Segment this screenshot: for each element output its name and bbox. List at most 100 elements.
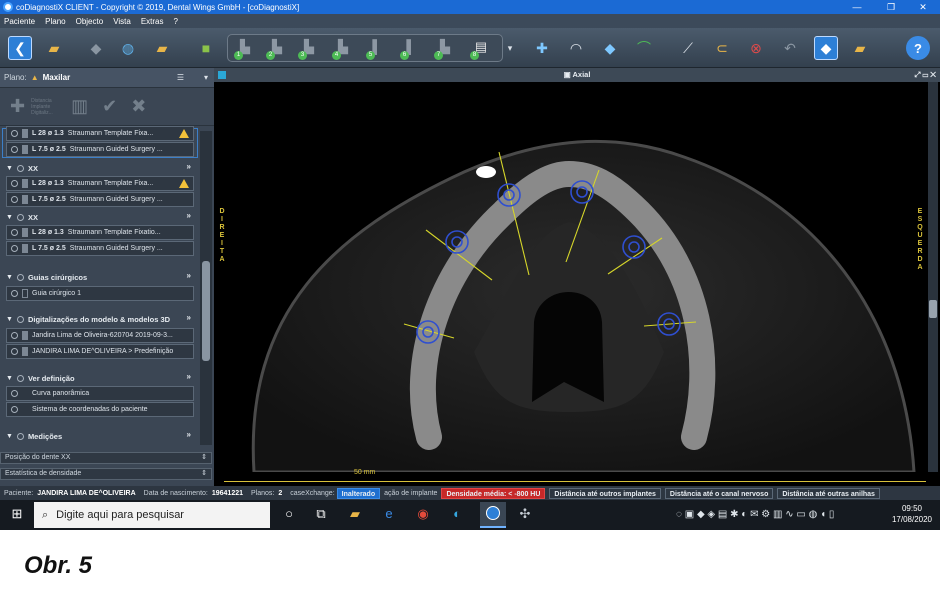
- visibility-radio[interactable]: [16, 374, 24, 382]
- visibility-radio[interactable]: [11, 229, 18, 236]
- cortana-icon[interactable]: ○: [280, 506, 298, 524]
- visibility-radio[interactable]: [11, 245, 18, 252]
- tooth-step-5-icon[interactable]: ▌ 5: [366, 39, 388, 60]
- chevron-down-icon[interactable]: ▾: [204, 73, 208, 82]
- check-icon[interactable]: ✔: [102, 96, 117, 117]
- visibility-radio[interactable]: [11, 196, 18, 203]
- posicao-dente-dropdown[interactable]: Posição do dente XX ⇕: [0, 452, 212, 464]
- ver-definicao-header[interactable]: ▼ Ver definição»: [6, 371, 194, 385]
- tooth-step-4-icon[interactable]: ▙ 4: [332, 39, 354, 60]
- implant-row[interactable]: L 28 ø 1.3 Straumann Template Fixa...: [6, 126, 194, 141]
- clock[interactable]: 09:50 17/08/2020: [892, 503, 932, 525]
- distance-sleeves[interactable]: Distância até outras anilhas: [777, 487, 880, 499]
- panoramic-view-icon[interactable]: ◠: [564, 36, 588, 60]
- collapse-icon[interactable]: ▼: [6, 316, 13, 323]
- 3d-cube-icon[interactable]: ◆: [598, 36, 622, 60]
- implant-axis-icon[interactable]: ✚: [530, 36, 554, 60]
- tooth-step-7-icon[interactable]: ▙ 7: [434, 39, 456, 60]
- medicoes-header[interactable]: ▼ Medições»: [6, 429, 194, 443]
- edge-icon[interactable]: ◐: [448, 506, 466, 524]
- measure-icon[interactable]: ⟋: [676, 36, 700, 60]
- chevron-double-down-icon[interactable]: »: [187, 372, 191, 381]
- tooth-step-6-icon[interactable]: ▌ 6: [400, 39, 422, 60]
- tooth-step-3-icon[interactable]: ▙ 3: [298, 39, 320, 60]
- visibility-radio[interactable]: [11, 406, 18, 413]
- visibility-radio[interactable]: [11, 180, 18, 187]
- file-explorer-icon[interactable]: ▰: [346, 506, 364, 524]
- cube-icon[interactable]: ◆: [84, 36, 108, 60]
- maximize-button[interactable]: ❐: [874, 0, 908, 14]
- implant-row[interactable]: L 28 ø 1.3 Straumann Template Fixa...: [6, 176, 194, 191]
- delete-object-icon[interactable]: ⊗: [744, 36, 768, 60]
- visibility-radio[interactable]: [16, 164, 24, 172]
- trash-icon[interactable]: ▥: [71, 96, 88, 117]
- visibility-radio[interactable]: [16, 213, 24, 221]
- toolbar-dropdown-icon[interactable]: ▾: [504, 36, 516, 60]
- view-scrollbar[interactable]: [928, 82, 938, 472]
- visibility-radio[interactable]: [11, 332, 18, 339]
- menu-paciente[interactable]: Paciente: [4, 17, 35, 26]
- implant-group-2-header[interactable]: ▼ XX»: [6, 161, 194, 175]
- implant-row[interactable]: L 7.5 ø 2.5 Straumann Guided Surgery ...: [6, 192, 194, 207]
- model-icon[interactable]: ■: [194, 36, 218, 60]
- add-implant-icon[interactable]: ✚: [10, 96, 25, 117]
- edge-legacy-icon[interactable]: e: [380, 506, 398, 524]
- collapse-icon[interactable]: ▼: [6, 214, 13, 221]
- taskbar-search[interactable]: ⌕ Digite aqui para pesquisar: [34, 502, 270, 528]
- open-folder-icon[interactable]: ▰: [42, 36, 66, 60]
- sleeve-icon[interactable]: ⊂: [710, 36, 734, 60]
- visibility-radio[interactable]: [11, 348, 18, 355]
- menu-plano[interactable]: Plano: [45, 17, 65, 26]
- distance-nerve[interactable]: Distância até o canal nervoso: [664, 487, 774, 499]
- help-icon[interactable]: ?: [906, 36, 930, 60]
- visibility-radio[interactable]: [11, 390, 18, 397]
- list-icon[interactable]: ☰: [177, 73, 184, 82]
- back-button[interactable]: ❮: [8, 36, 32, 60]
- implant-row[interactable]: L 7.5 ø 2.5 Straumann Guided Surgery ...: [6, 241, 194, 256]
- task-view-icon[interactable]: ⧉: [312, 506, 330, 524]
- view-3d-button[interactable]: ◆: [814, 36, 838, 60]
- tooth-step-2-icon[interactable]: ▙ 2: [266, 39, 288, 60]
- menu-vista[interactable]: Vista: [113, 17, 131, 26]
- tooth-step-1-icon[interactable]: ▙ 1: [234, 39, 256, 60]
- collapse-icon[interactable]: ▼: [6, 433, 13, 440]
- view-def-row[interactable]: Curva panorâmica: [6, 386, 194, 401]
- collapse-icon[interactable]: ▼: [6, 375, 13, 382]
- menu-help[interactable]: ?: [174, 17, 178, 26]
- panel-scrollbar[interactable]: [200, 131, 212, 445]
- globe-icon[interactable]: ◍: [116, 36, 140, 60]
- folder-edit-icon[interactable]: ▰: [150, 36, 174, 60]
- panel-scroll-thumb[interactable]: [202, 261, 210, 361]
- visibility-radio[interactable]: [16, 273, 24, 281]
- view-def-row[interactable]: Sistema de coordenadas do paciente: [6, 402, 194, 417]
- implant-row[interactable]: L 28 ø 1.3 Straumann Template Fixatio...: [6, 225, 194, 240]
- chevron-double-down-icon[interactable]: »: [187, 430, 191, 439]
- chevron-double-down-icon[interactable]: »: [187, 162, 191, 171]
- undo-icon[interactable]: ↶: [778, 36, 802, 60]
- codiagnostix-taskbar-icon[interactable]: [480, 502, 506, 528]
- cross-tools-icon[interactable]: ✖: [131, 96, 146, 117]
- densidade-dropdown[interactable]: Estatística de densidade ⇕: [0, 468, 212, 480]
- visibility-radio[interactable]: [11, 146, 18, 153]
- chrome-icon[interactable]: ◉: [414, 506, 432, 524]
- export-folder-icon[interactable]: ▰: [848, 36, 872, 60]
- implant-row[interactable]: L 7.5 ø 2.5 Straumann Guided Surgery ...: [6, 142, 194, 157]
- windows-start-icon[interactable]: ⊞: [8, 506, 26, 524]
- tray-icons[interactable]: ◌ ▣ ◆ ◈ ▤ ✱ ◐ ✉ ⚙ ▥ ∿ ▭ ◍ ◖ ▯: [676, 509, 834, 520]
- digitalizacoes-header[interactable]: ▼ Digitalizações do modelo & modelos 3D»: [6, 312, 194, 326]
- plano-selector[interactable]: Plano: ▲ Maxilar ☰ ▾: [0, 68, 214, 88]
- axial-view[interactable]: ▣ Axial ⤢ ▭ ✕ DIREITA E S Q U E R D A 50…: [214, 68, 940, 486]
- chevron-double-down-icon[interactable]: »: [187, 313, 191, 322]
- menu-objecto[interactable]: Objecto: [76, 17, 104, 26]
- view-scroll-thumb[interactable]: [929, 300, 937, 318]
- scan-row[interactable]: Jandira Lima de Oliveira-620704 2019-09-…: [6, 328, 194, 343]
- menu-extras[interactable]: Extras: [141, 17, 164, 26]
- chevron-double-down-icon[interactable]: »: [187, 211, 191, 220]
- app-taskbar-icon[interactable]: ✣: [516, 506, 534, 524]
- minimize-button[interactable]: —: [840, 0, 874, 14]
- implant-group-3-header[interactable]: ▼ XX»: [6, 210, 194, 224]
- visibility-radio[interactable]: [11, 290, 18, 297]
- guias-header[interactable]: ▼ Guias cirúrgicos»: [6, 270, 194, 284]
- casexchange-status[interactable]: Inalterado: [336, 487, 381, 499]
- collapse-icon[interactable]: ▼: [6, 165, 13, 172]
